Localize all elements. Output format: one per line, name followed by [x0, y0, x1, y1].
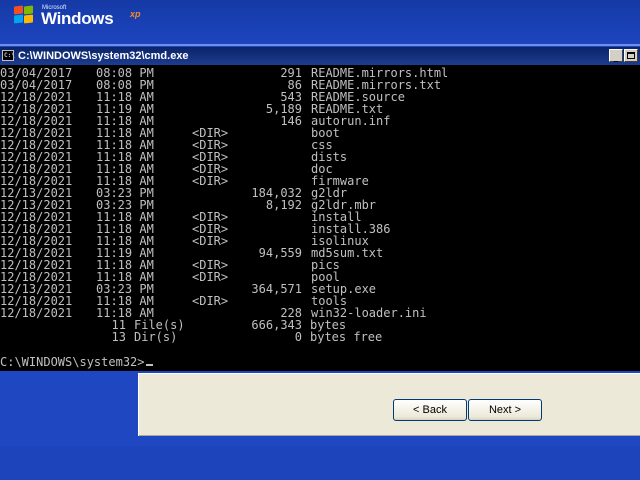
entry-date: 12/18/2021	[0, 306, 73, 320]
listing-row: 12/18/2021 11:18 AM 228 win32-loader.ini	[0, 307, 448, 319]
maximize-button[interactable]	[624, 49, 638, 62]
text-cursor	[145, 364, 153, 366]
entry-size: 94,559	[258, 246, 302, 260]
entry-dir-flag: <DIR>	[192, 174, 229, 188]
window-title: C:\WINDOWS\system32\cmd.exe	[18, 50, 189, 62]
entry-size: 364,571	[251, 282, 302, 296]
minimize-button[interactable]: _	[609, 49, 623, 63]
summary-count: 13	[111, 330, 126, 344]
setup-wizard-panel: < Back Next >	[138, 373, 640, 436]
summary-amount: 666,343	[251, 318, 302, 332]
setup-footer-band	[0, 446, 640, 480]
next-button[interactable]: Next >	[468, 399, 542, 421]
minimize-icon: _	[613, 52, 619, 63]
summary-label: Dir(s)	[134, 330, 178, 344]
entry-size: 146	[280, 114, 302, 128]
logo-xp-text: xp	[130, 9, 141, 19]
windows-flag-icon	[14, 5, 36, 26]
summary-count: 11	[111, 318, 126, 332]
console-area[interactable]: 03/04/2017 08:08 PM 291 README.mirrors.html…	[0, 65, 640, 371]
entry-dir-flag: <DIR>	[192, 294, 229, 308]
command-prompt[interactable]: C:\WINDOWS\system32>	[0, 355, 153, 369]
header-divider	[0, 44, 640, 46]
summary-amount: 0	[294, 330, 302, 344]
entry-dir-flag: <DIR>	[192, 234, 229, 248]
cmd-icon[interactable]: C:\	[2, 50, 15, 61]
logo-windows-text: Windows	[41, 9, 114, 28]
back-button[interactable]: < Back	[393, 399, 467, 421]
entry-dir-flag: <DIR>	[192, 270, 229, 284]
title-bar[interactable]: C:\ C:\WINDOWS\system32\cmd.exe _	[0, 47, 640, 65]
summary-row: 13 Dir(s) 0 bytes free	[0, 331, 448, 343]
directory-listing: 03/04/2017 08:08 PM 291 README.mirrors.html…	[0, 67, 448, 343]
cmd-window[interactable]: C:\ C:\WINDOWS\system32\cmd.exe _ 03/04/…	[0, 47, 640, 371]
summary-unit: bytes free	[310, 330, 383, 344]
prompt-text: C:\WINDOWS\system32>	[0, 355, 145, 369]
entry-size: 8,192	[265, 198, 302, 212]
maximize-icon	[627, 52, 635, 59]
